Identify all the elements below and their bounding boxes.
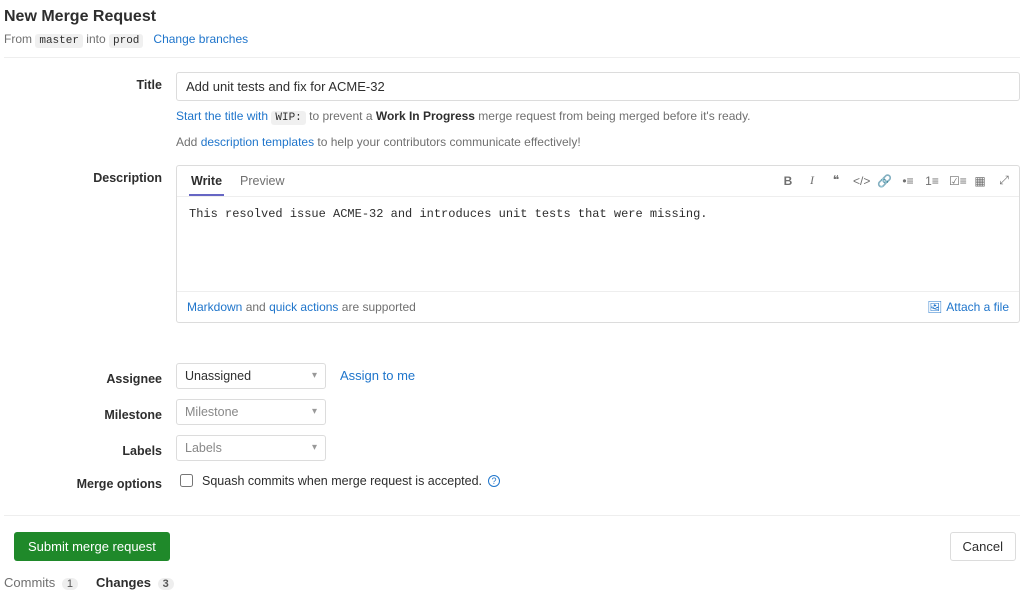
code-icon[interactable]: </> xyxy=(853,174,867,188)
assignee-label: Assignee xyxy=(4,366,176,386)
commits-count-badge: 1 xyxy=(62,578,78,590)
title-input[interactable] xyxy=(176,72,1020,101)
description-templates-link[interactable]: description templates xyxy=(201,135,314,149)
assignee-dropdown[interactable]: Unassigned ▾ xyxy=(176,363,326,389)
title-label: Title xyxy=(4,72,176,92)
merge-options-label: Merge options xyxy=(4,471,176,491)
fullscreen-icon[interactable]: ⤢ xyxy=(997,173,1011,188)
title-hint-1: Start the title with WIP: to prevent a W… xyxy=(176,107,1020,127)
description-editor: Write Preview B I ❝ </> 🔗 •≡ 1≡ ☑≡ ▦ ⤢ T… xyxy=(176,165,1020,323)
branch-row: From master into prod Change branches xyxy=(4,32,1020,47)
divider xyxy=(4,57,1020,58)
link-icon[interactable]: 🔗 xyxy=(877,174,891,188)
chevron-down-icon: ▾ xyxy=(312,442,317,453)
chevron-down-icon: ▾ xyxy=(312,406,317,417)
table-icon[interactable]: ▦ xyxy=(973,174,987,188)
quote-icon[interactable]: ❝ xyxy=(829,173,843,188)
wip-hint-link[interactable]: Start the title with xyxy=(176,109,271,123)
submit-button[interactable]: Submit merge request xyxy=(14,532,170,561)
markdown-link[interactable]: Markdown xyxy=(187,300,242,314)
editor-footer-hint: Markdown and quick actions are supported xyxy=(187,300,416,314)
into-label: into xyxy=(86,32,105,46)
editor-toolbar: B I ❝ </> 🔗 •≡ 1≡ ☑≡ ▦ ⤢ xyxy=(781,173,1011,188)
target-branch-code: prod xyxy=(109,34,143,48)
assign-to-me-link[interactable]: Assign to me xyxy=(340,368,415,383)
tab-preview[interactable]: Preview xyxy=(238,166,286,196)
wip-code: WIP: xyxy=(271,111,305,125)
tab-commits[interactable]: Commits 1 xyxy=(4,575,78,590)
squash-checkbox[interactable] xyxy=(180,474,193,487)
cancel-button[interactable]: Cancel xyxy=(950,532,1016,561)
page-title: New Merge Request xyxy=(4,8,1020,26)
description-label: Description xyxy=(4,165,176,185)
bottom-tabs: Commits 1 Changes 3 xyxy=(4,575,1020,590)
italic-icon[interactable]: I xyxy=(805,173,819,188)
changes-count-badge: 3 xyxy=(158,578,174,590)
milestone-dropdown[interactable]: Milestone ▾ xyxy=(176,399,326,425)
help-icon[interactable]: ? xyxy=(488,475,500,487)
action-bar: Submit merge request Cancel xyxy=(4,515,1020,561)
change-branches-link[interactable]: Change branches xyxy=(153,32,248,46)
tab-write[interactable]: Write xyxy=(189,166,224,196)
tab-changes[interactable]: Changes 3 xyxy=(96,575,174,590)
chevron-down-icon: ▾ xyxy=(312,370,317,381)
bullet-list-icon[interactable]: •≡ xyxy=(901,174,915,188)
description-textarea[interactable]: This resolved issue ACME-32 and introduc… xyxy=(177,196,1019,288)
numbered-list-icon[interactable]: 1≡ xyxy=(925,174,939,188)
from-label: From xyxy=(4,32,32,46)
bold-icon[interactable]: B xyxy=(781,174,795,188)
image-icon: 🖼 xyxy=(927,300,942,314)
task-list-icon[interactable]: ☑≡ xyxy=(949,174,963,188)
attach-file-button[interactable]: 🖼 Attach a file xyxy=(927,300,1009,314)
source-branch-code: master xyxy=(35,34,83,48)
labels-label: Labels xyxy=(4,438,176,458)
milestone-label: Milestone xyxy=(4,402,176,422)
squash-label: Squash commits when merge request is acc… xyxy=(202,474,482,488)
labels-dropdown[interactable]: Labels ▾ xyxy=(176,435,326,461)
quick-actions-link[interactable]: quick actions xyxy=(269,300,338,314)
title-hint-2: Add description templates to help your c… xyxy=(176,133,1020,151)
